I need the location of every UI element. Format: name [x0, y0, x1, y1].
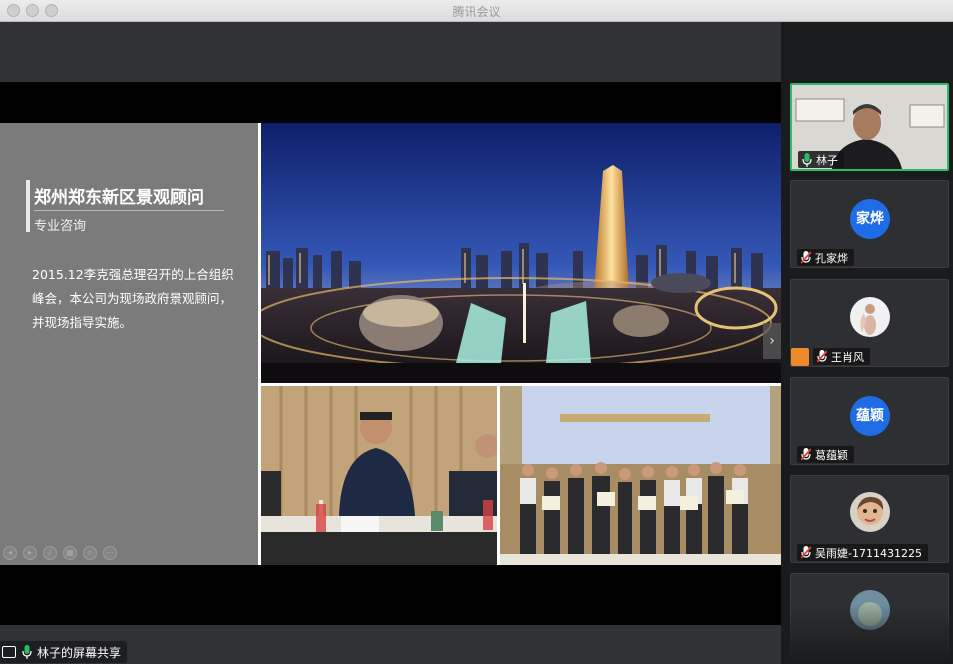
screen-share-label: 林子的屏幕共享	[37, 645, 122, 660]
avatar: 蕴颖	[850, 396, 890, 436]
grid-icon[interactable]: ▦	[63, 546, 77, 560]
mic-on-icon	[22, 645, 32, 659]
participant-name: 孔家烨	[815, 251, 848, 265]
window-title: 腾讯会议	[452, 5, 501, 19]
slide-title: 郑州郑东新区景观顾问	[34, 188, 204, 208]
participant-name: 吴雨婕-1711431225	[815, 546, 922, 560]
prev-page-icon[interactable]: ◂	[3, 546, 17, 560]
mic-muted-icon	[801, 545, 811, 559]
participant-tile[interactable]: 家烨 孔家烨	[790, 180, 949, 268]
avatar	[850, 492, 890, 532]
title-accent-bar	[26, 180, 30, 232]
participant-nameplate: 葛蕴颖	[797, 446, 854, 463]
participant-nameplate: 林子	[798, 151, 844, 168]
presentation-slide: 郑州郑东新区景观顾问 专业咨询 2015.12李克强总理召开的上合组织峰会，本公…	[0, 123, 781, 565]
slide-subtitle: 专业咨询	[34, 219, 87, 234]
avatar: 家烨	[850, 199, 890, 239]
avatar	[850, 297, 890, 337]
mic-muted-icon	[801, 250, 811, 264]
participant-nameplate: 王肖风	[813, 348, 870, 365]
award-ceremony-photo	[500, 386, 781, 565]
participant-tile[interactable]: 蕴颖 葛蕴颖	[790, 377, 949, 465]
mic-on-icon	[802, 152, 812, 167]
user-icon	[791, 348, 809, 366]
title-bar: 腾讯会议	[0, 0, 953, 22]
meeting-photo	[261, 386, 497, 565]
mic-muted-icon	[801, 447, 811, 461]
participant-tile-active-speaker[interactable]: 林子	[790, 83, 949, 171]
participant-nameplate: 孔家烨	[797, 249, 854, 266]
sidebar-scroll-fade	[781, 604, 953, 664]
participant-tile[interactable]: 吴雨婕-1711431225	[790, 475, 949, 563]
title-divider	[34, 210, 224, 211]
slide-body-text: 2015.12李克强总理召开的上合组织峰会，本公司为现场政府景观顾问，并现场指导…	[32, 267, 234, 330]
participant-sidebar: 林子 家烨 孔家烨 王肖风 蕴颖 葛蕴颖 吴雨婕-1711431225	[781, 22, 953, 664]
slide-text-panel: 郑州郑东新区景观顾问 专业咨询 2015.12李克强总理召开的上合组织峰会，本公…	[0, 123, 258, 565]
participant-name: 葛蕴颖	[815, 448, 848, 462]
slide-toolbar: ◂ ▸ / ▦ ⌕ ⋯	[3, 546, 117, 560]
participant-nameplate: 吴雨婕-1711431225	[797, 544, 928, 561]
zoom-icon[interactable]: ⌕	[83, 546, 97, 560]
screen-share-indicator[interactable]: 林子的屏幕共享	[0, 641, 128, 663]
more-icon[interactable]: ⋯	[103, 546, 117, 560]
participant-name: 林子	[816, 153, 838, 167]
pen-icon[interactable]: /	[43, 546, 57, 560]
participant-tile[interactable]: 王肖风	[790, 279, 949, 367]
screen-share-icon	[2, 646, 16, 658]
participant-name: 王肖风	[831, 350, 864, 364]
city-night-photo	[261, 123, 781, 383]
screen-share-area: 郑州郑东新区景观顾问 专业咨询 2015.12李克强总理召开的上合组织峰会，本公…	[0, 22, 781, 664]
slide-next-arrow[interactable]: ›	[763, 323, 781, 359]
tencent-meeting-window: 腾讯会议 郑州郑东新区景观顾问 专业咨询 2015.12李克强总理召开的上合组织…	[0, 0, 953, 664]
mic-muted-icon	[817, 349, 827, 363]
next-page-icon[interactable]: ▸	[23, 546, 37, 560]
